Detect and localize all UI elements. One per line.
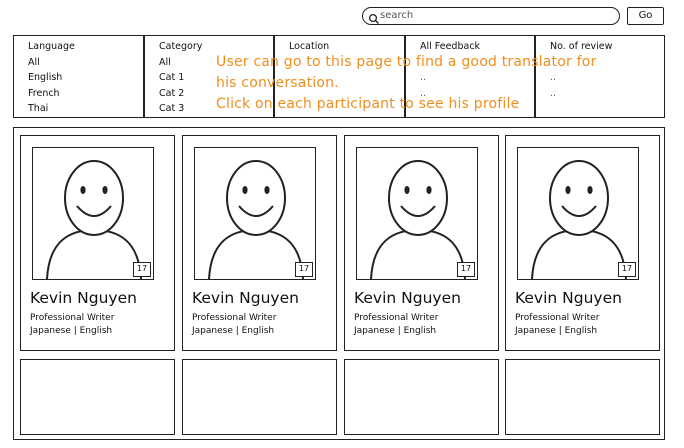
avatar: 17 <box>194 147 316 280</box>
search-input[interactable]: search <box>362 7 620 25</box>
participant-card-placeholder[interactable] <box>344 359 499 435</box>
participant-role: Professional Writer <box>354 313 439 323</box>
search-icon <box>368 10 380 24</box>
filter-option[interactable]: Cat 1 <box>159 70 273 86</box>
filter-category: Category All Cat 1 Cat 2 Cat 3 <box>144 35 274 118</box>
participant-card-placeholder[interactable] <box>20 359 175 435</box>
filter-header: All Feedback <box>420 41 481 52</box>
participant-card-placeholder[interactable] <box>182 359 337 435</box>
review-count-badge: 17 <box>133 262 151 277</box>
filter-header: No. of review <box>550 41 613 52</box>
filter-option[interactable]: All <box>28 55 143 71</box>
participant-card-placeholder[interactable] <box>505 359 660 435</box>
filter-option[interactable]: .. <box>420 70 534 86</box>
participant-grid: 17 Kevin Nguyen Professional Writer Japa… <box>13 127 665 440</box>
participant-role: Professional Writer <box>515 313 600 323</box>
go-button[interactable]: Go <box>627 7 664 25</box>
filter-header: Language <box>28 41 75 52</box>
review-count-badge: 17 <box>295 262 313 277</box>
participant-languages: Japanese | English <box>515 326 598 336</box>
participant-card[interactable]: 17 Kevin Nguyen Professional Writer Japa… <box>20 135 175 351</box>
filter-option[interactable]: English <box>28 70 143 86</box>
filter-option[interactable]: All <box>159 55 273 71</box>
filter-header: Location <box>289 41 330 52</box>
filter-option[interactable]: Cat 3 <box>159 101 273 117</box>
filter-option[interactable]: .. <box>550 86 664 102</box>
participant-languages: Japanese | English <box>354 326 437 336</box>
filter-option[interactable]: Cat 2 <box>159 86 273 102</box>
filter-feedback: All Feedback .. .. <box>405 35 535 118</box>
participant-role: Professional Writer <box>30 313 115 323</box>
participant-card[interactable]: 17 Kevin Nguyen Professional Writer Japa… <box>344 135 499 351</box>
avatar: 17 <box>356 147 478 280</box>
search-placeholder: search <box>380 10 414 21</box>
participant-card[interactable]: 17 Kevin Nguyen Professional Writer Japa… <box>182 135 337 351</box>
avatar: 17 <box>32 147 154 280</box>
filter-option[interactable]: Thai <box>28 101 143 117</box>
participant-name: Kevin Nguyen <box>30 289 137 307</box>
filter-option[interactable]: .. <box>550 70 664 86</box>
participant-role: Professional Writer <box>192 313 277 323</box>
review-count-badge: 17 <box>457 262 475 277</box>
avatar: 17 <box>517 147 639 280</box>
filter-option[interactable]: .. <box>420 86 534 102</box>
participant-languages: Japanese | English <box>30 326 113 336</box>
filter-option[interactable]: French <box>28 86 143 102</box>
participant-name: Kevin Nguyen <box>192 289 299 307</box>
filter-location: Location <box>274 35 405 118</box>
filter-review-count: No. of review .. .. <box>535 35 665 118</box>
participant-name: Kevin Nguyen <box>515 289 622 307</box>
filter-language: Language All English French Thai <box>13 35 144 118</box>
filter-header: Category <box>159 41 203 52</box>
participant-languages: Japanese | English <box>192 326 275 336</box>
review-count-badge: 17 <box>618 262 636 277</box>
participant-card[interactable]: 17 Kevin Nguyen Professional Writer Japa… <box>505 135 660 351</box>
participant-name: Kevin Nguyen <box>354 289 461 307</box>
